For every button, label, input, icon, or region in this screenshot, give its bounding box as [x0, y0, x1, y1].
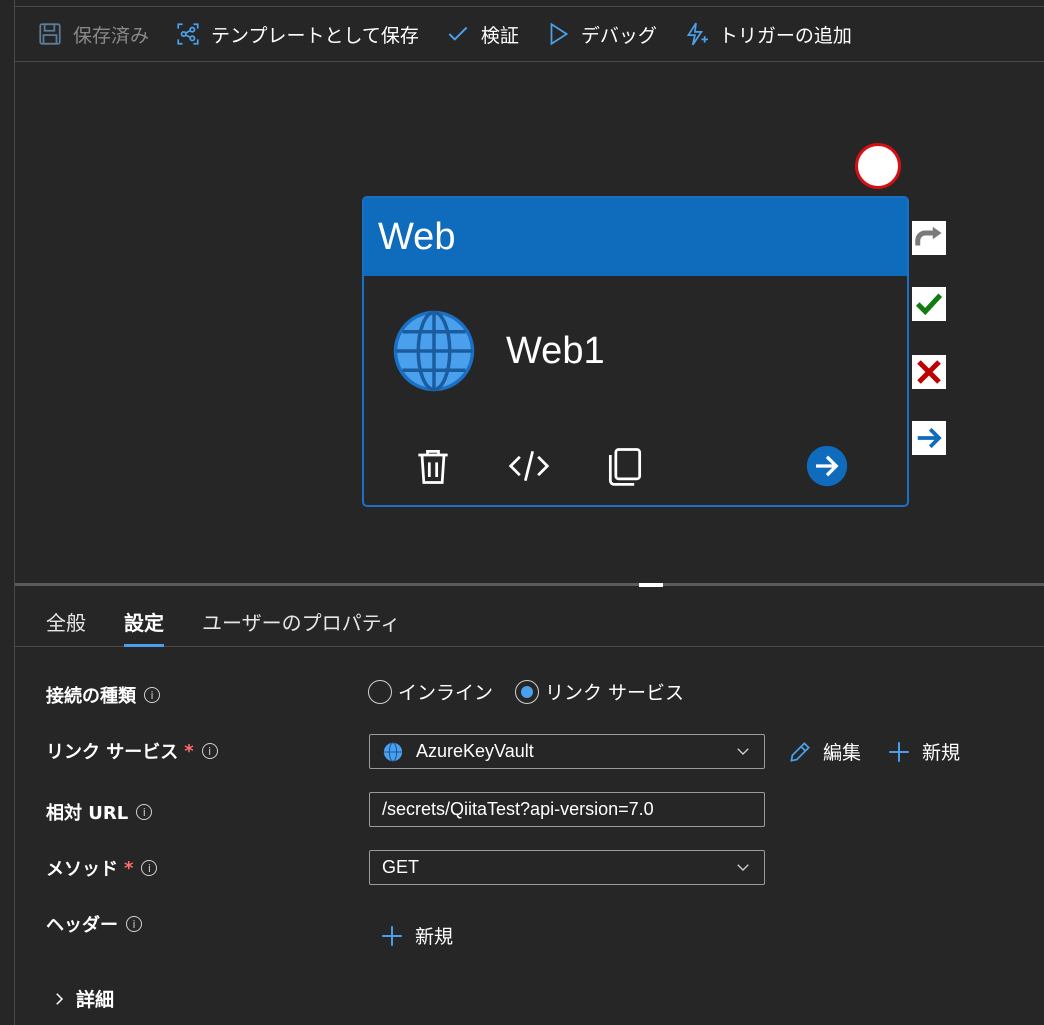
globe-icon [383, 741, 403, 762]
failure-output-button[interactable] [912, 355, 946, 389]
relative-url-input[interactable]: /secrets/QiitaTest?api-version=7.0 [369, 792, 765, 827]
radio-linked-service[interactable]: リンク サービス [515, 678, 684, 705]
code-button[interactable] [506, 443, 552, 489]
new-linked-service-label: 新規 [922, 742, 961, 764]
validate-button[interactable]: 検証 [445, 14, 519, 54]
status-circle [855, 143, 901, 189]
method-select[interactable]: GET [369, 850, 765, 885]
properties-tabs: 全般 設定 ユーザーのプロパティ [15, 587, 1044, 647]
navigate-button[interactable] [804, 443, 850, 489]
method-value: GET [382, 857, 420, 877]
arrow-right-icon [917, 427, 942, 449]
info-icon[interactable]: i [201, 743, 218, 759]
clone-button[interactable] [602, 443, 648, 489]
debug-label: デバッグ [580, 24, 657, 47]
edit-button[interactable]: 編集 [787, 738, 861, 765]
validate-label: 検証 [480, 24, 519, 47]
check-icon [448, 26, 468, 41]
headers-label: ヘッダー i [46, 911, 142, 937]
details-label: 詳細 [76, 989, 115, 1011]
pipeline-canvas[interactable]: Web Web1 [15, 63, 1044, 583]
linked-service-value: AzureKeyVault [416, 741, 534, 761]
info-icon[interactable]: i [136, 804, 153, 820]
radio-inline[interactable]: インライン [368, 678, 493, 705]
success-check-icon [915, 293, 943, 316]
code-icon [508, 450, 550, 482]
activity-type-label: Web [378, 215, 456, 258]
radio-linked-label: リンク サービス [545, 682, 685, 704]
linked-service-select[interactable]: AzureKeyVault [369, 734, 765, 769]
chevron-right-icon [56, 992, 64, 1005]
web-activity[interactable]: Web Web1 [362, 196, 909, 507]
tab-general[interactable]: 全般 [46, 607, 86, 647]
activity-actions [364, 437, 907, 495]
activity-body: Web1 [364, 276, 907, 426]
skip-icon [915, 226, 942, 246]
info-icon[interactable]: i [141, 860, 158, 876]
success-output-button[interactable] [912, 287, 946, 321]
linked-service-text: リンク サービス [46, 742, 179, 763]
radio-inline-dot[interactable] [368, 679, 392, 704]
radio-linked-dot[interactable] [515, 679, 540, 704]
required-mark: * [184, 740, 194, 762]
save-as-template-button[interactable]: テンプレートとして保存 [175, 14, 419, 54]
toolbar: 保存済み テンプレートとして保存 検証 デバッグ トリガーの追加 [15, 7, 1044, 62]
activity-type-header: Web [364, 198, 907, 276]
required-mark: * [124, 857, 134, 879]
activity-name: Web1 [506, 329, 605, 372]
delete-button[interactable] [410, 443, 456, 489]
panel-splitter[interactable] [15, 583, 1044, 586]
save-as-template-label: テンプレートとして保存 [211, 24, 419, 47]
save-icon [39, 23, 61, 45]
add-trigger-button[interactable]: トリガーの追加 [683, 14, 852, 54]
new-linked-service-button[interactable]: 新規 [886, 738, 960, 765]
relative-url-value: /secrets/QiitaTest?api-version=7.0 [382, 799, 654, 819]
saved-label: 保存済み [73, 24, 150, 47]
chevron-down-icon [737, 748, 749, 755]
tab-settings[interactable]: 設定 [124, 607, 164, 647]
lightning-add-icon [686, 22, 708, 46]
add-trigger-label: トリガーの追加 [718, 24, 852, 47]
chevron-down-icon [737, 864, 749, 871]
relative-url-label: 相対 URL i [46, 799, 153, 825]
new-header-button[interactable]: 新規 [379, 922, 453, 949]
failure-x-icon [917, 360, 941, 384]
linked-service-label: リンク サービス * i [46, 738, 218, 764]
completion-output-button[interactable] [912, 421, 946, 455]
template-icon [177, 23, 199, 45]
method-text: メソッド [46, 859, 118, 880]
globe-icon [393, 310, 475, 392]
relative-url-text: 相対 URL [46, 803, 129, 824]
details-expander[interactable]: 詳細 [50, 985, 114, 1012]
connection-type-text: 接続の種類 [46, 686, 136, 707]
pencil-icon [790, 741, 810, 762]
method-label: メソッド * i [46, 855, 158, 881]
play-icon [550, 22, 569, 46]
plus-icon [889, 741, 909, 762]
tab-user-properties[interactable]: ユーザーのプロパティ [202, 607, 400, 647]
saved-button[interactable]: 保存済み [37, 14, 149, 54]
headers-text: ヘッダー [46, 915, 118, 936]
trash-icon [418, 449, 448, 484]
edit-label: 編集 [823, 742, 862, 764]
radio-inline-label: インライン [398, 682, 494, 704]
copy-icon [608, 448, 642, 486]
debug-button[interactable]: デバッグ [545, 14, 657, 54]
connection-type-radio-group: インライン リンク サービス [368, 678, 706, 705]
plus-icon [382, 925, 402, 946]
new-header-label: 新規 [415, 926, 454, 948]
info-icon[interactable]: i [126, 916, 142, 932]
skip-output-button[interactable] [912, 221, 946, 255]
info-icon[interactable]: i [144, 687, 160, 703]
arrow-right-circle-icon [806, 445, 848, 487]
connection-type-label: 接続の種類 i [46, 682, 160, 708]
